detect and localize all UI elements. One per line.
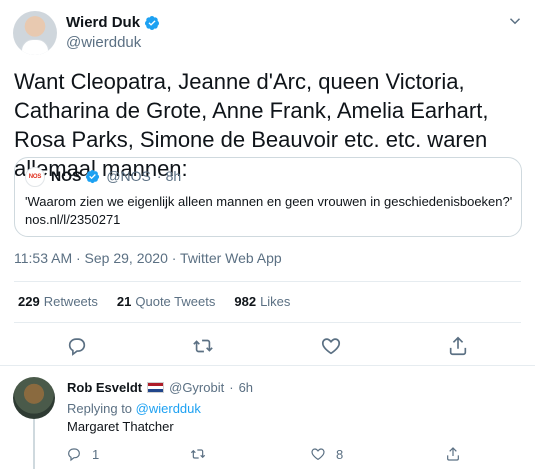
replying-to-link[interactable]: @wierdduk: [136, 401, 201, 416]
reply-share-action[interactable]: [445, 445, 461, 463]
author-avatar[interactable]: [13, 11, 57, 55]
quote-author-name: NOS: [51, 168, 82, 184]
tweet-stats: 229 Retweets 21 Quote Tweets 982 Likes: [18, 294, 290, 309]
author-name[interactable]: Wierd Duk: [66, 14, 140, 31]
quote-tweets-count: 21: [116, 294, 132, 309]
reply-icon[interactable]: [66, 335, 88, 357]
divider: [14, 281, 521, 282]
tweet-timestamp[interactable]: 11:53 AM · Sep 29, 2020 · Twitter Web Ap…: [14, 250, 282, 266]
quote-text-line: 'Waarom zien we eigenlijk alleen mannen …: [25, 194, 513, 209]
quote-tweets-stat[interactable]: 21 Quote Tweets: [117, 294, 215, 309]
retweets-stat[interactable]: 229 Retweets: [18, 294, 98, 309]
verified-badge-icon: [145, 15, 160, 30]
share-icon[interactable]: [447, 335, 469, 357]
reply-tweet[interactable]: Rob Esveldt @Gyrobit · 6h Replying to @w…: [0, 367, 535, 469]
quote-author-handle: @NOS: [106, 168, 151, 184]
quote-author-avatar[interactable]: NOS: [25, 167, 45, 187]
author-handle[interactable]: @wierdduk: [66, 34, 141, 51]
reply-reply-count: 1: [92, 446, 100, 462]
author-name-row: Wierd Duk: [66, 14, 160, 31]
replying-to-prefix: Replying to: [67, 401, 133, 416]
likes-stat[interactable]: 982 Likes: [234, 294, 290, 309]
likes-count: 982: [234, 294, 257, 309]
reply-header: Rob Esveldt @Gyrobit · 6h: [67, 380, 253, 395]
retweets-label: Retweets: [43, 294, 98, 309]
reply-icon[interactable]: [66, 446, 82, 462]
quote-separator: ·: [156, 168, 162, 184]
quote-header: NOS @NOS · 8h: [51, 168, 181, 184]
quote-tweets-label: Quote Tweets: [135, 294, 216, 309]
verified-badge-icon: [86, 169, 100, 183]
reply-author-handle[interactable]: @Gyrobit: [169, 380, 224, 395]
like-icon[interactable]: [320, 335, 342, 357]
quoted-tweet[interactable]: NOS NOS @NOS · 8h 'Waarom zien we eigenl…: [14, 157, 522, 237]
retweet-icon[interactable]: [192, 335, 214, 357]
tweet-actions: [0, 335, 535, 357]
quote-link[interactable]: nos.nl/l/2350271: [25, 211, 515, 229]
reply-actions: 1 8: [0, 445, 535, 465]
reply-like-action[interactable]: 8: [310, 445, 343, 463]
reply-author-name[interactable]: Rob Esveldt: [67, 380, 142, 395]
quote-text: 'Waarom zien we eigenlijk alleen mannen …: [25, 193, 515, 229]
likes-label: Likes: [260, 294, 291, 309]
quote-time: 8h: [165, 168, 182, 184]
reply-text: Margaret Thatcher: [67, 419, 174, 434]
divider: [0, 365, 535, 366]
netherlands-flag-icon: [147, 382, 165, 393]
reply-reply-action[interactable]: 1: [66, 445, 99, 463]
retweet-icon[interactable]: [190, 446, 206, 462]
reply-author-avatar[interactable]: [13, 377, 55, 419]
like-icon[interactable]: [310, 446, 326, 462]
chevron-down-icon[interactable]: [506, 12, 524, 30]
reply-retweet-action[interactable]: [190, 445, 206, 463]
retweets-count: 229: [18, 294, 40, 309]
reply-like-count: 8: [336, 446, 344, 462]
replying-to: Replying to @wierdduk: [67, 401, 201, 416]
reply-separator: ·: [229, 380, 234, 395]
reply-time[interactable]: 6h: [239, 380, 253, 395]
divider: [14, 322, 521, 323]
share-icon[interactable]: [445, 446, 461, 462]
